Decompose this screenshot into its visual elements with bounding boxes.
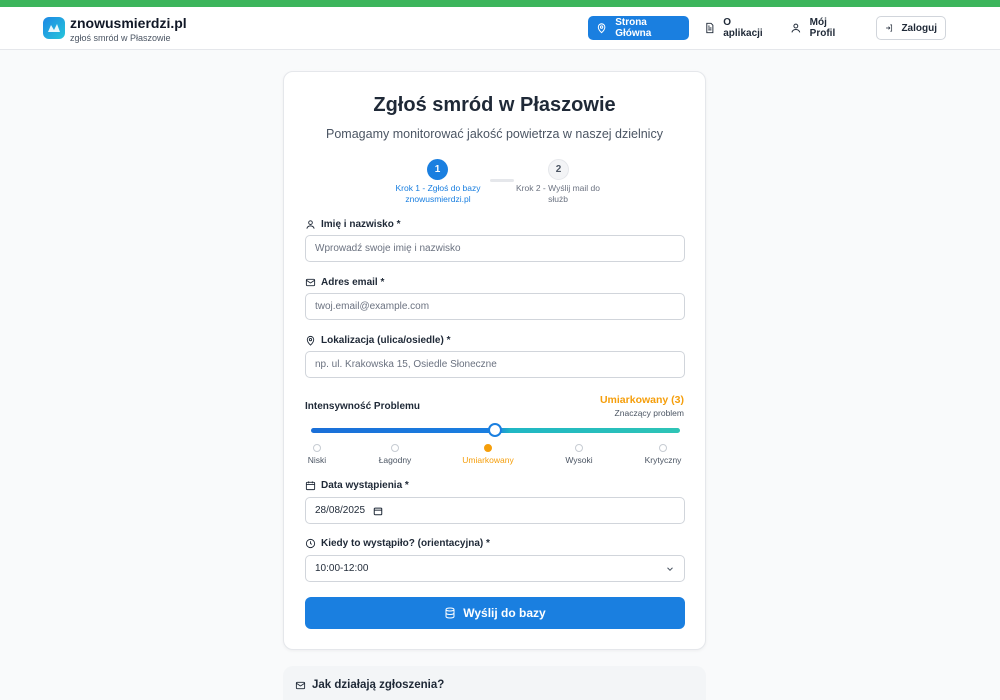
- date-value: 28/08/2025: [315, 505, 366, 516]
- map-pin-icon: [306, 335, 315, 346]
- intensity-slider-thumb[interactable]: [488, 423, 502, 437]
- step-connector: [490, 179, 514, 182]
- clock-icon: [305, 538, 316, 549]
- nav-profile-label: Mój Profil: [809, 17, 836, 39]
- user-icon: [306, 220, 315, 229]
- login-label: Zaloguj: [901, 22, 937, 34]
- time-label-text: Kiedy to wystąpiło? (orientacyjna) *: [321, 538, 490, 549]
- mail-icon: [305, 278, 316, 287]
- level-dot-4[interactable]: [575, 444, 583, 452]
- name-label-text: Imię i nazwisko *: [321, 219, 401, 230]
- chevron-down-icon: [667, 566, 673, 571]
- level-label-1: Niski: [307, 455, 327, 465]
- email-label: Adres email *: [305, 277, 384, 288]
- info-card-title: Jak działają zgłoszenia?: [295, 679, 444, 691]
- step-2-label: Krok 2 - Wyślij mail do służb: [516, 183, 600, 204]
- time-select-value: 10:00-12:00: [315, 563, 369, 574]
- time-label: Kiedy to wystąpiło? (orientacyjna) *: [305, 538, 490, 549]
- login-icon: [886, 24, 893, 32]
- database-icon: [445, 607, 455, 619]
- step-1-indicator: 1: [427, 159, 448, 180]
- date-label-text: Data wystąpienia *: [321, 480, 409, 491]
- intensity-value: Umiarkowany (3): [599, 394, 684, 406]
- intensity-label: Intensywność Problemu: [305, 401, 421, 412]
- nav-home-label: Strona Główna: [615, 17, 652, 39]
- email-label-text: Adres email *: [321, 277, 385, 288]
- level-dot-1[interactable]: [313, 444, 321, 452]
- email-input[interactable]: [305, 293, 685, 320]
- brand-subtitle: zgłoś smród w Płaszowie: [70, 33, 171, 43]
- date-label: Data wystąpienia *: [305, 480, 409, 491]
- user-icon: [791, 23, 801, 33]
- level-label-2: Łagodny: [378, 455, 412, 465]
- nav-about-label: O aplikacji: [723, 17, 763, 39]
- nav-about-button[interactable]: O aplikacji: [696, 16, 778, 40]
- time-select[interactable]: 10:00-12:00: [305, 555, 685, 582]
- date-input[interactable]: 28/08/2025: [305, 497, 685, 524]
- nav-profile-button[interactable]: Mój Profil: [782, 16, 862, 40]
- navbar: znowusmierdzi.pl zgłoś smród w Płaszowie…: [0, 7, 1000, 50]
- page-title: Zgłoś smród w Płaszowie: [373, 94, 616, 116]
- step-2-indicator: 2: [548, 159, 569, 180]
- logo-icon[interactable]: [43, 17, 65, 39]
- info-card-title-text: Jak działają zgłoszenia?: [312, 679, 445, 691]
- report-form-card: Zgłoś smród w Płaszowie Pomagamy monitor…: [283, 71, 706, 650]
- level-label-5: Krytyczny: [644, 455, 682, 465]
- name-label: Imię i nazwisko *: [305, 219, 400, 230]
- calendar-icon: [305, 481, 316, 491]
- level-label-4: Wysoki: [565, 455, 593, 465]
- location-input[interactable]: [305, 351, 685, 378]
- intensity-description: Znaczący problem: [614, 408, 684, 418]
- document-icon: [706, 22, 714, 34]
- location-label-text: Lokalizacja (ulica/osiedle) *: [321, 335, 451, 346]
- mail-icon: [295, 681, 306, 689]
- info-card: Jak działają zgłoszenia?: [283, 666, 706, 700]
- name-input[interactable]: [305, 235, 685, 262]
- location-label: Lokalizacja (ulica/osiedle) *: [305, 335, 451, 346]
- nav-home-button[interactable]: Strona Główna: [588, 16, 689, 40]
- level-dot-2[interactable]: [391, 444, 399, 452]
- top-accent-bar: [0, 0, 1000, 7]
- calendar-picker-icon[interactable]: [373, 506, 383, 516]
- level-label-3: Umiarkowany: [462, 455, 514, 465]
- login-button[interactable]: Zaloguj: [876, 16, 946, 40]
- step-1-label: Krok 1 - Zgłoś do bazy znowusmierdzi.pl: [395, 183, 481, 204]
- submit-label: Wyślij do bazy: [463, 606, 546, 620]
- map-pin-icon: [597, 23, 606, 34]
- page-subtitle: Pomagamy monitorować jakość powietrza w …: [326, 127, 663, 141]
- submit-button[interactable]: Wyślij do bazy: [305, 597, 685, 629]
- level-dot-3[interactable]: [484, 444, 492, 452]
- level-dot-5[interactable]: [659, 444, 667, 452]
- brand-title[interactable]: znowusmierdzi.pl: [70, 15, 187, 31]
